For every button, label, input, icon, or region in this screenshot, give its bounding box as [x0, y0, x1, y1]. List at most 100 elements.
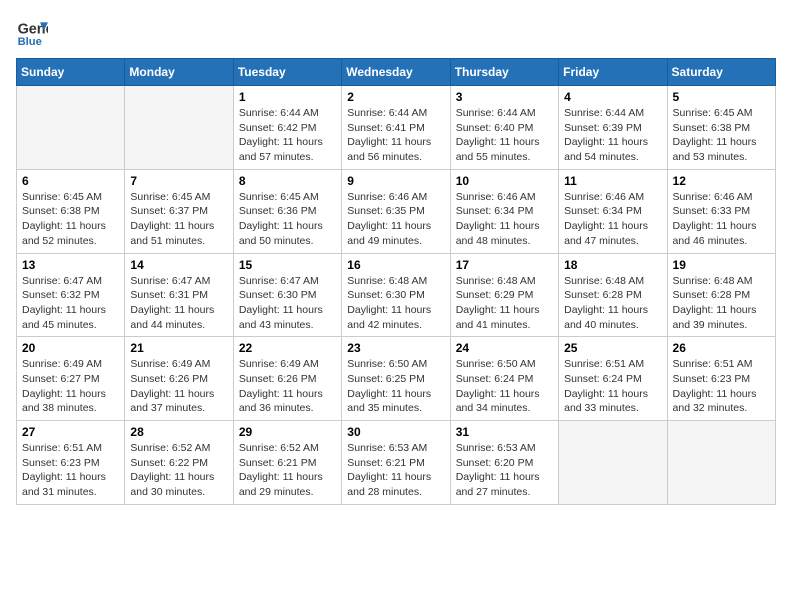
calendar-cell — [559, 421, 667, 505]
day-info: Sunrise: 6:46 AMSunset: 6:34 PMDaylight:… — [564, 191, 648, 247]
day-info: Sunrise: 6:49 AMSunset: 6:26 PMDaylight:… — [130, 358, 214, 414]
day-number: 14 — [130, 258, 227, 272]
page-header: General Blue — [16, 16, 776, 48]
day-info: Sunrise: 6:46 AMSunset: 6:34 PMDaylight:… — [456, 191, 540, 247]
day-info: Sunrise: 6:45 AMSunset: 6:37 PMDaylight:… — [130, 191, 214, 247]
calendar-cell: 1 Sunrise: 6:44 AMSunset: 6:42 PMDayligh… — [233, 86, 341, 170]
logo: General Blue — [16, 16, 48, 48]
day-info: Sunrise: 6:53 AMSunset: 6:20 PMDaylight:… — [456, 442, 540, 498]
day-number: 24 — [456, 341, 553, 355]
calendar-cell — [667, 421, 775, 505]
logo-icon: General Blue — [16, 16, 48, 48]
calendar-cell: 3 Sunrise: 6:44 AMSunset: 6:40 PMDayligh… — [450, 86, 558, 170]
calendar-cell: 9 Sunrise: 6:46 AMSunset: 6:35 PMDayligh… — [342, 169, 450, 253]
day-number: 6 — [22, 174, 119, 188]
day-info: Sunrise: 6:48 AMSunset: 6:29 PMDaylight:… — [456, 275, 540, 331]
weekday-header: Thursday — [450, 59, 558, 86]
calendar-cell: 20 Sunrise: 6:49 AMSunset: 6:27 PMDaylig… — [17, 337, 125, 421]
calendar-cell: 18 Sunrise: 6:48 AMSunset: 6:28 PMDaylig… — [559, 253, 667, 337]
weekday-header: Wednesday — [342, 59, 450, 86]
calendar-cell: 10 Sunrise: 6:46 AMSunset: 6:34 PMDaylig… — [450, 169, 558, 253]
day-number: 23 — [347, 341, 444, 355]
day-info: Sunrise: 6:44 AMSunset: 6:42 PMDaylight:… — [239, 107, 323, 163]
calendar-cell: 8 Sunrise: 6:45 AMSunset: 6:36 PMDayligh… — [233, 169, 341, 253]
day-info: Sunrise: 6:49 AMSunset: 6:27 PMDaylight:… — [22, 358, 106, 414]
day-info: Sunrise: 6:52 AMSunset: 6:22 PMDaylight:… — [130, 442, 214, 498]
day-number: 11 — [564, 174, 661, 188]
day-number: 19 — [673, 258, 770, 272]
calendar-cell: 12 Sunrise: 6:46 AMSunset: 6:33 PMDaylig… — [667, 169, 775, 253]
day-info: Sunrise: 6:48 AMSunset: 6:30 PMDaylight:… — [347, 275, 431, 331]
calendar-week-row: 20 Sunrise: 6:49 AMSunset: 6:27 PMDaylig… — [17, 337, 776, 421]
day-number: 20 — [22, 341, 119, 355]
calendar-cell — [17, 86, 125, 170]
day-info: Sunrise: 6:48 AMSunset: 6:28 PMDaylight:… — [673, 275, 757, 331]
calendar-week-row: 6 Sunrise: 6:45 AMSunset: 6:38 PMDayligh… — [17, 169, 776, 253]
calendar-week-row: 13 Sunrise: 6:47 AMSunset: 6:32 PMDaylig… — [17, 253, 776, 337]
calendar-cell: 21 Sunrise: 6:49 AMSunset: 6:26 PMDaylig… — [125, 337, 233, 421]
calendar-cell: 2 Sunrise: 6:44 AMSunset: 6:41 PMDayligh… — [342, 86, 450, 170]
day-info: Sunrise: 6:47 AMSunset: 6:30 PMDaylight:… — [239, 275, 323, 331]
day-number: 25 — [564, 341, 661, 355]
day-info: Sunrise: 6:45 AMSunset: 6:38 PMDaylight:… — [673, 107, 757, 163]
day-number: 31 — [456, 425, 553, 439]
calendar-table: SundayMondayTuesdayWednesdayThursdayFrid… — [16, 58, 776, 505]
calendar-cell: 30 Sunrise: 6:53 AMSunset: 6:21 PMDaylig… — [342, 421, 450, 505]
day-number: 29 — [239, 425, 336, 439]
day-number: 3 — [456, 90, 553, 104]
day-info: Sunrise: 6:50 AMSunset: 6:24 PMDaylight:… — [456, 358, 540, 414]
day-number: 26 — [673, 341, 770, 355]
weekday-header-row: SundayMondayTuesdayWednesdayThursdayFrid… — [17, 59, 776, 86]
calendar-cell: 13 Sunrise: 6:47 AMSunset: 6:32 PMDaylig… — [17, 253, 125, 337]
weekday-header: Monday — [125, 59, 233, 86]
day-info: Sunrise: 6:46 AMSunset: 6:35 PMDaylight:… — [347, 191, 431, 247]
day-info: Sunrise: 6:51 AMSunset: 6:23 PMDaylight:… — [673, 358, 757, 414]
calendar-cell: 22 Sunrise: 6:49 AMSunset: 6:26 PMDaylig… — [233, 337, 341, 421]
day-number: 21 — [130, 341, 227, 355]
calendar-cell: 5 Sunrise: 6:45 AMSunset: 6:38 PMDayligh… — [667, 86, 775, 170]
calendar-cell: 14 Sunrise: 6:47 AMSunset: 6:31 PMDaylig… — [125, 253, 233, 337]
day-info: Sunrise: 6:47 AMSunset: 6:32 PMDaylight:… — [22, 275, 106, 331]
calendar-cell: 7 Sunrise: 6:45 AMSunset: 6:37 PMDayligh… — [125, 169, 233, 253]
day-number: 12 — [673, 174, 770, 188]
day-number: 9 — [347, 174, 444, 188]
day-number: 1 — [239, 90, 336, 104]
weekday-header: Friday — [559, 59, 667, 86]
day-info: Sunrise: 6:53 AMSunset: 6:21 PMDaylight:… — [347, 442, 431, 498]
weekday-header: Tuesday — [233, 59, 341, 86]
day-number: 17 — [456, 258, 553, 272]
day-info: Sunrise: 6:51 AMSunset: 6:23 PMDaylight:… — [22, 442, 106, 498]
calendar-cell: 16 Sunrise: 6:48 AMSunset: 6:30 PMDaylig… — [342, 253, 450, 337]
day-info: Sunrise: 6:51 AMSunset: 6:24 PMDaylight:… — [564, 358, 648, 414]
day-number: 18 — [564, 258, 661, 272]
day-number: 10 — [456, 174, 553, 188]
calendar-cell: 27 Sunrise: 6:51 AMSunset: 6:23 PMDaylig… — [17, 421, 125, 505]
calendar-cell: 24 Sunrise: 6:50 AMSunset: 6:24 PMDaylig… — [450, 337, 558, 421]
weekday-header: Saturday — [667, 59, 775, 86]
calendar-cell: 15 Sunrise: 6:47 AMSunset: 6:30 PMDaylig… — [233, 253, 341, 337]
calendar-cell: 23 Sunrise: 6:50 AMSunset: 6:25 PMDaylig… — [342, 337, 450, 421]
day-number: 15 — [239, 258, 336, 272]
calendar-cell: 31 Sunrise: 6:53 AMSunset: 6:20 PMDaylig… — [450, 421, 558, 505]
day-number: 13 — [22, 258, 119, 272]
calendar-cell: 26 Sunrise: 6:51 AMSunset: 6:23 PMDaylig… — [667, 337, 775, 421]
svg-text:Blue: Blue — [18, 36, 42, 48]
calendar-cell: 17 Sunrise: 6:48 AMSunset: 6:29 PMDaylig… — [450, 253, 558, 337]
day-number: 28 — [130, 425, 227, 439]
day-number: 7 — [130, 174, 227, 188]
day-info: Sunrise: 6:50 AMSunset: 6:25 PMDaylight:… — [347, 358, 431, 414]
calendar-cell: 19 Sunrise: 6:48 AMSunset: 6:28 PMDaylig… — [667, 253, 775, 337]
day-number: 2 — [347, 90, 444, 104]
day-number: 4 — [564, 90, 661, 104]
day-info: Sunrise: 6:47 AMSunset: 6:31 PMDaylight:… — [130, 275, 214, 331]
day-info: Sunrise: 6:48 AMSunset: 6:28 PMDaylight:… — [564, 275, 648, 331]
day-info: Sunrise: 6:52 AMSunset: 6:21 PMDaylight:… — [239, 442, 323, 498]
day-info: Sunrise: 6:44 AMSunset: 6:41 PMDaylight:… — [347, 107, 431, 163]
day-number: 30 — [347, 425, 444, 439]
day-info: Sunrise: 6:44 AMSunset: 6:39 PMDaylight:… — [564, 107, 648, 163]
day-info: Sunrise: 6:44 AMSunset: 6:40 PMDaylight:… — [456, 107, 540, 163]
day-number: 8 — [239, 174, 336, 188]
day-info: Sunrise: 6:45 AMSunset: 6:36 PMDaylight:… — [239, 191, 323, 247]
calendar-cell — [125, 86, 233, 170]
day-info: Sunrise: 6:49 AMSunset: 6:26 PMDaylight:… — [239, 358, 323, 414]
